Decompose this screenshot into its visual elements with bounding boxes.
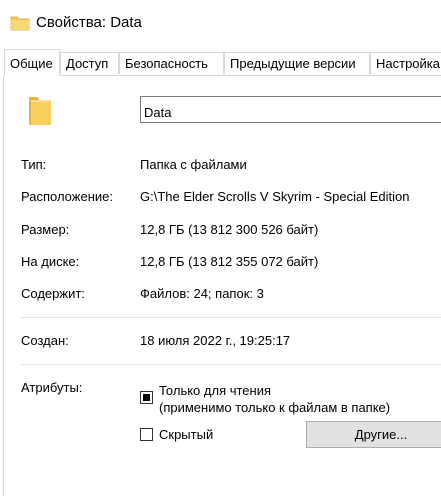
indeterminate-indicator xyxy=(143,394,150,401)
folder-large-icon xyxy=(29,97,51,125)
divider xyxy=(20,317,441,318)
title-bar: Свойства: Data xyxy=(0,0,441,46)
size-on-disk-label: На диске: xyxy=(21,254,80,269)
folder-icon xyxy=(10,16,30,31)
size-value: 12,8 ГБ (13 812 300 526 байт) xyxy=(140,222,319,237)
readonly-label-note: (применимо только к файлам в папке) xyxy=(159,400,391,415)
hidden-label: Скрытый xyxy=(159,427,214,442)
attributes-label: Атрибуты: xyxy=(21,380,83,395)
created-label: Создан: xyxy=(21,333,69,348)
folder-name-input[interactable] xyxy=(140,96,441,123)
size-label: Размер: xyxy=(21,222,70,237)
hidden-checkbox[interactable] xyxy=(140,428,153,441)
tab-label: Настройка xyxy=(376,56,440,71)
tab-sharing[interactable]: Доступ xyxy=(60,52,119,74)
contains-label: Содержит: xyxy=(21,286,85,301)
tab-previous-versions[interactable]: Предыдущие версии xyxy=(224,52,370,74)
location-value: G:\The Elder Scrolls V Skyrim - Special … xyxy=(140,189,410,204)
tab-label: Доступ xyxy=(66,56,109,71)
created-value: 18 июля 2022 г., 19:25:17 xyxy=(140,333,291,348)
type-value: Папка с файлами xyxy=(140,157,247,172)
divider xyxy=(20,364,441,365)
window-title: Свойства: Data xyxy=(36,14,142,31)
location-label: Расположение: xyxy=(21,189,113,204)
tab-label: Предыдущие версии xyxy=(230,56,356,71)
readonly-checkbox[interactable] xyxy=(140,391,153,404)
tab-customize[interactable]: Настройка xyxy=(370,52,441,74)
tab-security[interactable]: Безопасность xyxy=(119,52,224,74)
contains-value: Файлов: 24; папок: 3 xyxy=(140,286,264,301)
tab-label: Безопасность xyxy=(125,56,208,71)
tab-general[interactable]: Общие xyxy=(4,49,60,76)
advanced-attributes-button[interactable]: Другие... xyxy=(306,421,441,448)
tab-label: Общие xyxy=(10,56,53,71)
readonly-label: Только для чтения xyxy=(159,383,272,398)
size-on-disk-value: 12,8 ГБ (13 812 355 072 байт) xyxy=(140,254,319,269)
type-label: Тип: xyxy=(21,157,47,172)
